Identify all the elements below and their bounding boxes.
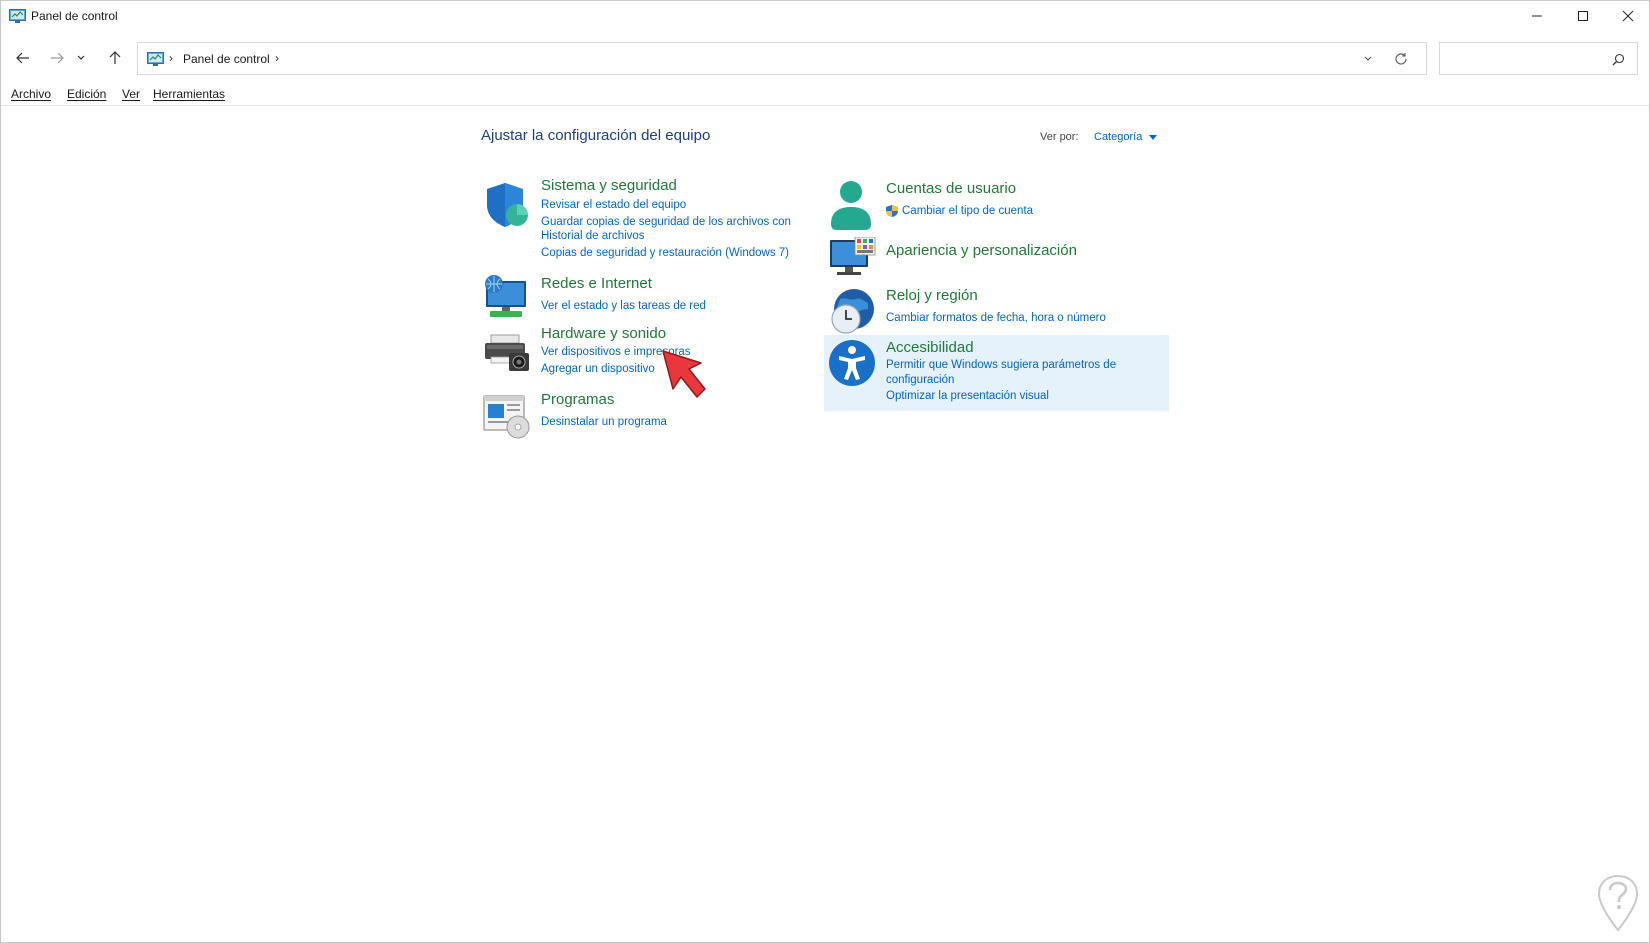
category-title-appearance[interactable]: Apariencia y personalización <box>886 242 1077 259</box>
caret-down-icon[interactable] <box>1149 135 1157 140</box>
category-title-accessibility[interactable]: Accesibilidad <box>886 339 974 356</box>
link-file-history[interactable]: Historial de archivos <box>541 229 645 243</box>
link-uninstall-program[interactable]: Desinstalar un programa <box>541 415 667 429</box>
clock-globe-icon[interactable] <box>828 287 876 335</box>
window-title: Panel de control <box>31 9 118 23</box>
link-suggest-settings-cont[interactable]: configuración <box>886 373 954 387</box>
address-bar[interactable]: › Panel de control › <box>137 42 1427 75</box>
programs-icon[interactable] <box>482 394 532 440</box>
link-backup-restore[interactable]: Copias de seguridad y restauración (Wind… <box>541 246 789 260</box>
category-title-accounts[interactable]: Cuentas de usuario <box>886 180 1016 197</box>
user-icon[interactable] <box>829 180 873 230</box>
link-change-account-type[interactable]: Cambiar el tipo de cuenta <box>902 204 1033 218</box>
navigation-bar: › Panel de control › <box>1 39 1649 77</box>
search-input[interactable] <box>1446 49 1606 69</box>
control-panel-icon <box>147 52 164 66</box>
control-panel-window: Panel de control › Panel de control › Ar… <box>0 0 1650 943</box>
category-title-clock[interactable]: Reloj y región <box>886 287 978 304</box>
arrow-right-icon <box>51 52 64 64</box>
maximize-button[interactable] <box>1560 1 1606 31</box>
menu-herramientas[interactable]: Herramientas <box>153 87 225 101</box>
watermark-logo <box>1597 874 1639 932</box>
link-suggest-settings[interactable]: Permitir que Windows sugiera parámetros … <box>886 358 1116 372</box>
view-by-label: Ver por: <box>1040 131 1079 143</box>
category-title-programs[interactable]: Programas <box>541 391 614 408</box>
accessibility-icon[interactable] <box>828 339 876 387</box>
chevron-down-icon <box>1364 56 1372 61</box>
chevron-down-icon <box>77 55 85 60</box>
up-button[interactable] <box>101 39 129 77</box>
link-add-device[interactable]: Agregar un dispositivo <box>541 362 655 376</box>
recent-locations-button[interactable] <box>73 39 89 77</box>
category-title-network[interactable]: Redes e Internet <box>541 275 652 292</box>
menu-edicion[interactable]: Edición <box>67 87 106 101</box>
refresh-icon <box>1395 53 1407 65</box>
link-network-status[interactable]: Ver el estado y las tareas de red <box>541 299 706 313</box>
minimize-button[interactable] <box>1514 1 1560 31</box>
network-icon[interactable] <box>482 275 530 319</box>
link-review-status[interactable]: Revisar el estado del equipo <box>541 198 686 212</box>
printer-icon[interactable] <box>483 333 531 373</box>
menu-bar: Archivo Edición Ver Herramientas <box>1 87 1649 105</box>
close-icon <box>1622 10 1634 22</box>
link-optimize-display[interactable]: Optimizar la presentación visual <box>886 389 1049 403</box>
arrow-up-icon <box>109 51 121 64</box>
annotation-pointer-icon <box>662 350 706 398</box>
view-by-dropdown[interactable]: Categoría <box>1094 131 1142 143</box>
refresh-button[interactable] <box>1392 50 1410 68</box>
arrow-left-icon <box>16 52 29 64</box>
control-panel-icon <box>9 9 26 23</box>
back-button[interactable] <box>9 39 37 77</box>
search-box[interactable] <box>1439 42 1638 75</box>
address-dropdown-button[interactable] <box>1360 51 1376 67</box>
search-icon[interactable] <box>1610 51 1626 67</box>
title-bar[interactable]: Panel de control <box>1 1 1649 31</box>
uac-shield-icon <box>886 205 898 217</box>
link-backup-files[interactable]: Guardar copias de seguridad de los archi… <box>541 215 791 229</box>
page-title: Ajustar la configuración del equipo <box>481 127 711 144</box>
menu-ver[interactable]: Ver <box>122 87 140 101</box>
link-change-formats[interactable]: Cambiar formatos de fecha, hora o número <box>886 311 1106 325</box>
breadcrumb-control-panel[interactable]: Panel de control <box>183 52 270 66</box>
appearance-icon[interactable] <box>829 237 877 277</box>
forward-button[interactable] <box>43 39 71 77</box>
category-title-system[interactable]: Sistema y seguridad <box>541 177 677 194</box>
breadcrumb-separator[interactable]: › <box>169 51 173 65</box>
maximize-icon <box>1578 11 1588 21</box>
menu-archivo[interactable]: Archivo <box>11 87 51 101</box>
minimize-icon <box>1532 15 1542 17</box>
menu-divider <box>1 105 1649 106</box>
close-button[interactable] <box>1605 1 1650 31</box>
breadcrumb-separator[interactable]: › <box>275 51 279 65</box>
shield-icon[interactable] <box>483 181 529 229</box>
category-title-hardware[interactable]: Hardware y sonido <box>541 325 666 342</box>
